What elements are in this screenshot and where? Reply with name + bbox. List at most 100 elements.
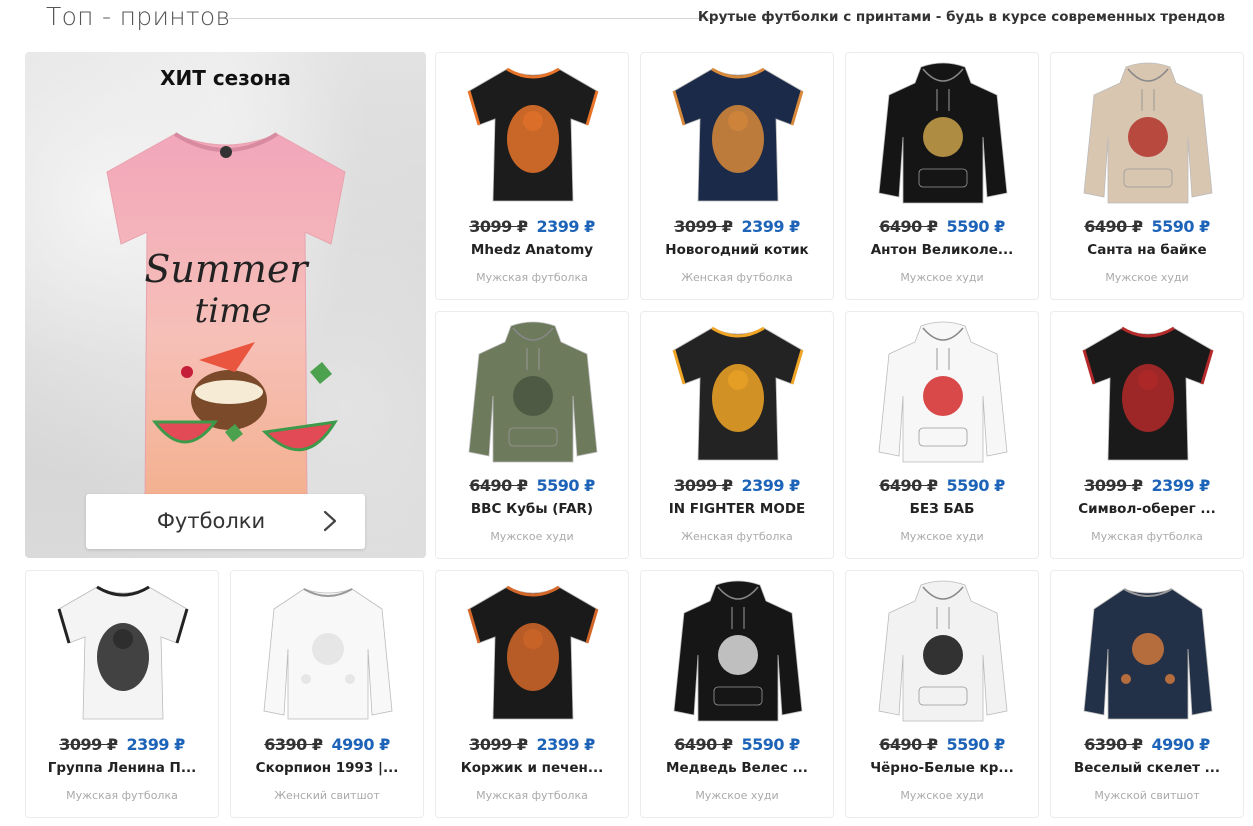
- product-price: 3099 ₽ 2399 ₽: [436, 735, 628, 754]
- slavic-symbol-print: [1082, 326, 1214, 461]
- old-price: 3099 ₽: [674, 217, 733, 236]
- product-name[interactable]: Антон Великоле...: [852, 242, 1032, 258]
- chevron-right-icon: [323, 510, 337, 532]
- shirt-text-time: time: [195, 291, 272, 331]
- sale-price: 5590 ₽: [946, 735, 1006, 754]
- plain-white-print: [263, 588, 393, 720]
- old-price: 6490 ₽: [879, 476, 938, 495]
- product-type: Мужской свитшот: [1094, 789, 1200, 802]
- product-card[interactable]: 6490 ₽ 5590 ₽ Антон Великоле... Мужское …: [845, 52, 1039, 300]
- product-type: Женская футболка: [681, 530, 793, 543]
- product-price: 6490 ₽ 5590 ₽: [436, 476, 628, 495]
- product-price: 3099 ₽ 2399 ₽: [641, 476, 833, 495]
- gold-crest-print: [878, 62, 1008, 204]
- product-name[interactable]: Mhedz Anatomy: [442, 242, 622, 258]
- muscle-anatomy-print: [467, 67, 599, 202]
- product-card[interactable]: 3099 ₽ 2399 ₽ IN FIGHTER MODE Женская фу…: [640, 311, 834, 559]
- product-type: Мужская футболка: [1091, 530, 1203, 543]
- old-price: 3099 ₽: [469, 217, 528, 236]
- product-card[interactable]: 6490 ₽ 5590 ₽ БЕЗ БАБ Мужское худи: [845, 311, 1039, 559]
- category-button-label: Футболки: [156, 509, 266, 533]
- product-price: 3099 ₽ 2399 ₽: [436, 217, 628, 236]
- product-card[interactable]: 6490 ₽ 5590 ₽ Санта на байке Мужское худ…: [1050, 52, 1244, 300]
- section-header: Топ - принтов Крутые футболки с принтами…: [0, 0, 1253, 40]
- product-card[interactable]: 6490 ₽ 5590 ₽ BBC Кубы (FAR) Мужское худ…: [435, 311, 629, 559]
- product-name[interactable]: БЕЗ БАБ: [852, 501, 1032, 517]
- product-name[interactable]: Скорпион 1993 |...: [237, 760, 417, 776]
- feature-hit-label: ХИТ сезона: [160, 66, 291, 90]
- bear-print: [673, 580, 803, 722]
- brush-strokes-print: [878, 580, 1008, 722]
- lenin-print: [57, 585, 189, 720]
- product-name[interactable]: Символ-оберег ...: [1057, 501, 1237, 517]
- sale-price: 2399 ₽: [741, 476, 801, 495]
- sale-price: 5590 ₽: [1151, 217, 1211, 236]
- section-title: Топ - принтов: [46, 2, 231, 31]
- product-name[interactable]: Коржик и печен...: [442, 760, 622, 776]
- product-type: Мужская футболка: [476, 789, 588, 802]
- category-button-tshirts[interactable]: Футболки: [86, 494, 365, 549]
- product-type: Мужское худи: [1105, 271, 1189, 284]
- product-price: 6490 ₽ 5590 ₽: [846, 735, 1038, 754]
- product-price: 3099 ₽ 2399 ₽: [641, 217, 833, 236]
- old-price: 6490 ₽: [879, 735, 938, 754]
- product-price: 6490 ₽ 5590 ₽: [846, 476, 1038, 495]
- product-card[interactable]: 3099 ₽ 2399 ₽ Коржик и печен... Мужская …: [435, 570, 629, 818]
- product-price: 6490 ₽ 5590 ₽: [1051, 217, 1243, 236]
- old-price: 3099 ₽: [59, 735, 118, 754]
- product-name[interactable]: Новогодний котик: [647, 242, 827, 258]
- product-card[interactable]: 3099 ₽ 2399 ₽ Группа Ленина П... Мужская…: [25, 570, 219, 818]
- old-price: 6390 ₽: [264, 735, 323, 754]
- old-price: 3099 ₽: [1084, 476, 1143, 495]
- old-price: 6490 ₽: [879, 217, 938, 236]
- product-name[interactable]: IN FIGHTER MODE: [647, 501, 827, 517]
- product-card[interactable]: 6490 ₽ 5590 ₽ Медведь Велес ... Мужское …: [640, 570, 834, 818]
- product-type: Мужское худи: [900, 789, 984, 802]
- old-price: 6490 ₽: [1084, 217, 1143, 236]
- product-name[interactable]: Чёрно-Белые кр...: [852, 760, 1032, 776]
- sale-price: 4990 ₽: [331, 735, 391, 754]
- christmas-cat-print: [672, 67, 804, 202]
- old-price: 3099 ₽: [674, 476, 733, 495]
- sale-price: 5590 ₽: [946, 217, 1006, 236]
- product-type: Мужское худи: [695, 789, 779, 802]
- section-subtitle: Крутые футболки с принтами - будь в курс…: [697, 9, 1225, 25]
- product-card[interactable]: 6390 ₽ 4990 ₽ Веселый скелет ... Мужской…: [1050, 570, 1244, 818]
- product-price: 6490 ₽ 5590 ₽: [641, 735, 833, 754]
- product-card[interactable]: 6390 ₽ 4990 ₽ Скорпион 1993 |... Женский…: [230, 570, 424, 818]
- product-card[interactable]: 3099 ₽ 2399 ₽ Символ-оберег ... Мужская …: [1050, 311, 1244, 559]
- product-price: 3099 ₽ 2399 ₽: [1051, 476, 1243, 495]
- sale-price: 5590 ₽: [536, 476, 596, 495]
- product-price: 6390 ₽ 4990 ₽: [231, 735, 423, 754]
- sale-price: 5590 ₽: [946, 476, 1006, 495]
- scream-painting-print: [467, 585, 599, 720]
- sale-price: 2399 ₽: [126, 735, 186, 754]
- sale-price: 5590 ₽: [741, 735, 801, 754]
- feature-card[interactable]: ХИТ сезона Summer time Футболки: [25, 52, 426, 558]
- no-sign-print: [878, 321, 1008, 463]
- product-type: Мужская футболка: [476, 271, 588, 284]
- product-type: Женская футболка: [681, 271, 793, 284]
- gorilla-print: [672, 326, 804, 461]
- product-card[interactable]: 6490 ₽ 5590 ₽ Чёрно-Белые кр... Мужское …: [845, 570, 1039, 818]
- sale-price: 2399 ₽: [1151, 476, 1211, 495]
- feature-tshirt-image: Summer time: [106, 132, 346, 503]
- sale-price: 2399 ₽: [536, 217, 596, 236]
- sale-price: 4990 ₽: [1151, 735, 1211, 754]
- skeleton-print: [1083, 588, 1213, 720]
- product-name[interactable]: BBC Кубы (FAR): [442, 501, 622, 517]
- product-name[interactable]: Группа Ленина П...: [32, 760, 212, 776]
- product-type: Мужская футболка: [66, 789, 178, 802]
- old-price: 6490 ₽: [674, 735, 733, 754]
- product-name[interactable]: Медведь Велес ...: [647, 760, 827, 776]
- santa-bike-print: [1083, 62, 1213, 204]
- product-card[interactable]: 3099 ₽ 2399 ₽ Mhedz Anatomy Мужская футб…: [435, 52, 629, 300]
- old-price: 6490 ₽: [469, 476, 528, 495]
- product-name[interactable]: Веселый скелет ...: [1057, 760, 1237, 776]
- sale-price: 2399 ₽: [536, 735, 596, 754]
- product-name[interactable]: Санта на байке: [1057, 242, 1237, 258]
- shirt-text-summer: Summer: [144, 247, 310, 291]
- old-price: 3099 ₽: [469, 735, 528, 754]
- product-card[interactable]: 3099 ₽ 2399 ₽ Новогодний котик Женская ф…: [640, 52, 834, 300]
- product-type: Женский свитшот: [274, 789, 380, 802]
